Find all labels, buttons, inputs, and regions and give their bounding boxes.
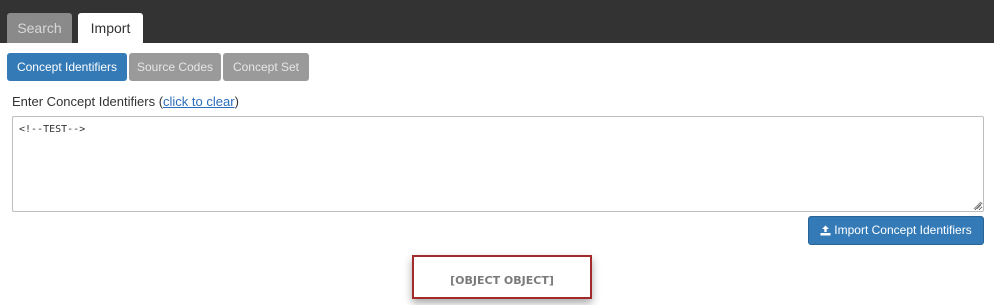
concept-identifiers-textarea[interactable]: <!--TEST-->	[12, 116, 984, 212]
clear-link[interactable]: click to clear	[163, 94, 235, 109]
import-button-label: Import Concept Identifiers	[834, 223, 972, 237]
identifiers-label-text: Enter Concept Identifiers (	[12, 94, 164, 109]
upload-icon	[820, 225, 831, 236]
identifiers-label: Enter Concept Identifiers (click to clea…	[12, 94, 239, 109]
import-concept-identifiers-button[interactable]: Import Concept Identifiers	[808, 216, 984, 245]
resize-grip-icon[interactable]	[973, 201, 982, 210]
tab-search[interactable]: Search	[7, 13, 72, 43]
error-message-box: [OBJECT OBJECT]	[412, 255, 592, 299]
top-nav-bar: Search Import	[0, 0, 994, 43]
identifiers-label-suffix: )	[234, 94, 239, 109]
subtab-concept-set[interactable]: Concept Set	[223, 53, 309, 81]
tab-import[interactable]: Import	[78, 13, 143, 43]
error-message-text: [OBJECT OBJECT]	[450, 274, 554, 287]
subtab-concept-identifiers[interactable]: Concept Identifiers	[7, 53, 127, 81]
subtab-source-codes[interactable]: Source Codes	[129, 53, 221, 81]
